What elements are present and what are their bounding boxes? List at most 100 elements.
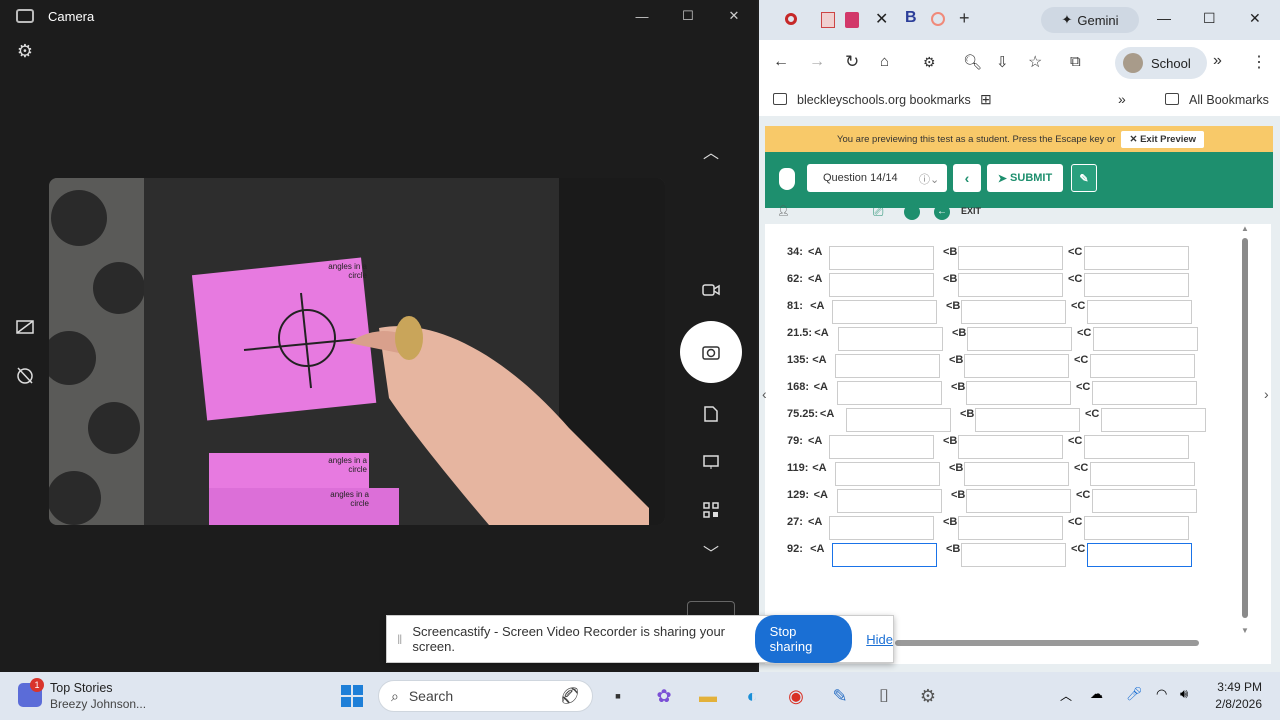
clock-time[interactable]: 3:49 PM: [1216, 680, 1262, 694]
question-select[interactable]: Question 14/14 ⓘ⌄: [807, 164, 947, 192]
video-mode-icon[interactable]: [696, 275, 726, 305]
angle-b-label: <B: [949, 462, 964, 474]
overflow-chevron-icon[interactable]: »: [1118, 91, 1126, 107]
qr-code-icon[interactable]: [696, 495, 726, 525]
scrollbar-thumb[interactable]: [1242, 238, 1248, 618]
minimize-button[interactable]: —: [619, 2, 665, 30]
minimize-button[interactable]: —: [1157, 10, 1171, 26]
exit-preview-label: Exit Preview: [1140, 133, 1197, 145]
submit-button[interactable]: ➤ SUBMIT: [987, 164, 1063, 192]
maximize-button[interactable]: ☐: [1203, 10, 1216, 27]
bookmark-star-icon[interactable]: ☆: [1028, 52, 1042, 72]
timer-off-icon[interactable]: [10, 360, 40, 390]
tab-favicon[interactable]: B: [905, 9, 917, 27]
screen-reader-icon[interactable]: ⎚: [873, 204, 883, 220]
accessibility-toolbar: 👤︎ ⎚ ← EXIT: [777, 204, 1217, 224]
close-tab-icon[interactable]: ✕: [875, 9, 888, 29]
scroll-down-icon[interactable]: ▼: [1241, 626, 1249, 635]
tab-favicon[interactable]: [845, 12, 859, 28]
exit-label[interactable]: EXIT: [961, 206, 981, 216]
install-app-icon[interactable]: ⇩: [996, 53, 1009, 71]
card-label: angles in a circle: [328, 262, 367, 280]
angle-c-label: <C: [1077, 327, 1092, 339]
exit-arrow-icon[interactable]: ←: [934, 204, 950, 220]
reload-icon[interactable]: ↻: [845, 52, 859, 72]
angle-b-input[interactable]: [961, 543, 1066, 567]
tab-favicon[interactable]: [821, 12, 835, 28]
forward-arrow-icon[interactable]: →: [809, 53, 825, 71]
accessibility-icon[interactable]: [904, 204, 920, 220]
close-button[interactable]: ✕: [711, 2, 757, 30]
news-subtitle[interactable]: Breezy Johnson...: [50, 697, 146, 711]
scroll-up-icon[interactable]: ▲: [1241, 224, 1249, 233]
settings-taskbar-icon[interactable]: ⚙: [912, 680, 944, 712]
profile-button[interactable]: School: [1115, 47, 1207, 79]
previous-button[interactable]: ‹: [953, 164, 981, 192]
page-left-chevron-icon[interactable]: ‹: [762, 386, 767, 402]
taskbar-search[interactable]: ⌕ Search 🏈︎: [378, 680, 593, 712]
wifi-icon[interactable]: ◠: [1156, 686, 1167, 702]
home-icon[interactable]: ⌂: [880, 53, 889, 70]
menu-kebab-icon[interactable]: ⋮: [1251, 52, 1267, 72]
chevron-down-icon[interactable]: ﹀: [696, 537, 726, 567]
volume-icon[interactable]: 🔊︎: [1180, 686, 1188, 702]
chrome-icon[interactable]: ◉: [780, 680, 812, 712]
news-title[interactable]: Top Stories: [50, 681, 113, 695]
user-icon[interactable]: 👤︎: [777, 206, 790, 217]
gemini-button[interactable]: ✦ Gemini: [1041, 7, 1139, 33]
new-tab-icon[interactable]: +: [959, 8, 970, 29]
tab-favicon[interactable]: [931, 12, 945, 26]
file-explorer-icon[interactable]: ▬: [692, 680, 724, 712]
answer-row: 27: <A <B <C: [765, 510, 1235, 540]
taskbar: 1 Top Stories Breezy Johnson... ⌕ Search…: [0, 672, 1280, 720]
angle-a-label: <A: [810, 543, 825, 555]
record-tab-icon[interactable]: [785, 13, 797, 25]
stop-sharing-button[interactable]: Stop sharing: [754, 615, 853, 663]
apps-grid-icon[interactable]: ⊞: [980, 91, 992, 108]
whiteboard-mode-icon[interactable]: [696, 447, 726, 477]
angle-a-input[interactable]: [832, 543, 937, 567]
site-settings-icon[interactable]: ⚙: [923, 54, 936, 71]
page-right-chevron-icon[interactable]: ›: [1264, 386, 1269, 402]
bookmark-folder[interactable]: bleckleyschools.org bookmarks: [797, 93, 971, 107]
vertical-scrollbar[interactable]: ▲ ▼: [1241, 224, 1249, 635]
back-arrow-icon[interactable]: ←: [773, 53, 789, 71]
camera-taskbar-icon[interactable]: ⌷: [868, 680, 900, 712]
exit-preview-button[interactable]: ✕ Exit Preview: [1121, 130, 1205, 148]
hdr-off-icon[interactable]: [10, 312, 40, 342]
angle-c-input[interactable]: [1087, 543, 1192, 567]
tools-wrench-icon[interactable]: ✎: [1071, 164, 1097, 192]
document-mode-icon[interactable]: [696, 399, 726, 429]
document-glyph: [704, 406, 718, 422]
answer-row: 119: <A <B <C: [765, 456, 1235, 486]
gallery-thumbnail[interactable]: [687, 601, 735, 615]
settings-gear-icon[interactable]: ⚙: [10, 36, 40, 66]
copilot-icon[interactable]: ✿: [648, 680, 680, 712]
microphone-icon[interactable]: 🎤︎: [1126, 686, 1143, 702]
all-bookmarks[interactable]: All Bookmarks: [1189, 93, 1269, 107]
angle-b-label: <B: [951, 489, 966, 501]
row-label: 168:: [787, 381, 810, 393]
horizontal-scrollbar[interactable]: [895, 640, 1199, 646]
maximize-button[interactable]: ☐: [665, 2, 711, 30]
task-view-icon[interactable]: ▪: [602, 680, 634, 712]
edit-app-icon[interactable]: ✎: [824, 680, 856, 712]
start-windows-icon[interactable]: [336, 680, 368, 712]
angle-c-label: <C: [1071, 300, 1086, 312]
cloud-off-icon[interactable]: ☁: [1090, 686, 1103, 702]
close-window-button[interactable]: ✕: [1249, 10, 1261, 27]
angle-a-label: <A: [814, 327, 829, 339]
extensions-icon[interactable]: ⧉: [1070, 53, 1081, 70]
zoom-icon[interactable]: 🔍︎: [963, 53, 982, 71]
hide-link[interactable]: Hide: [866, 632, 893, 647]
whiteboard-glyph: [703, 455, 719, 469]
drag-handle-icon[interactable]: ‖: [397, 632, 402, 647]
tray-chevron-icon[interactable]: ︿: [1060, 687, 1072, 704]
clock-date[interactable]: 2/8/2026: [1206, 697, 1262, 711]
angle-a-label: <A: [808, 516, 823, 528]
more-tools-chevron-icon[interactable]: »: [1213, 52, 1222, 70]
take-photo-button[interactable]: [680, 321, 742, 383]
edge-icon[interactable]: ◐: [736, 680, 768, 712]
search-label: Search: [408, 688, 454, 704]
chevron-up-icon[interactable]: ︿: [696, 136, 726, 166]
